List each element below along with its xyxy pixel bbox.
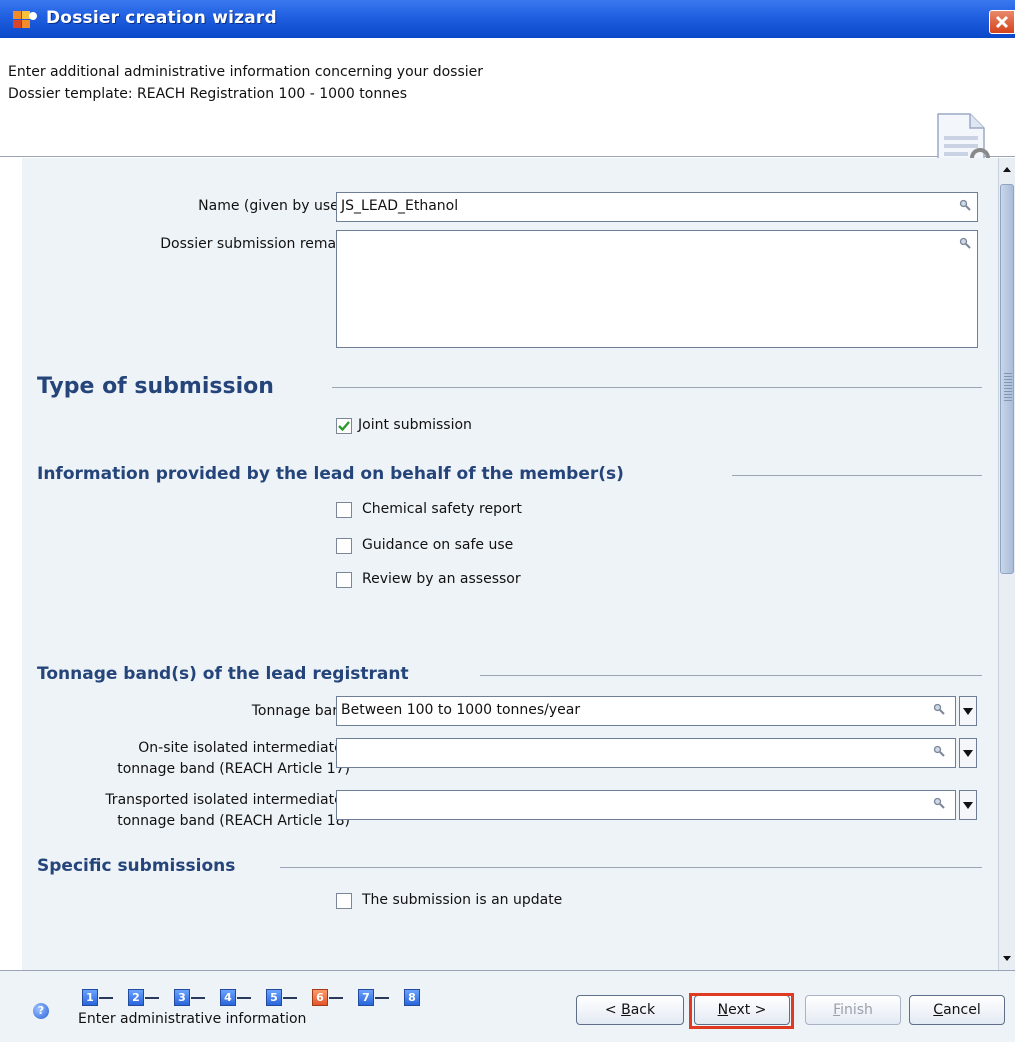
transported-label: Transported isolated intermediates tonna… [105, 790, 350, 832]
cancel-mnemonic: C [933, 1002, 944, 1018]
step-3[interactable]: 3 [174, 989, 190, 1006]
onsite-tonnage-input[interactable] [336, 738, 956, 768]
help-icon[interactable]: ? [33, 1003, 49, 1019]
step-connector [329, 997, 343, 999]
section-divider [480, 675, 982, 676]
submission-update-checkbox[interactable] [336, 893, 352, 909]
wizard-footer: ? 1 2 3 4 5 6 7 8 Enter administrative i… [0, 970, 1015, 1042]
specific-submissions-title: Specific submissions [37, 856, 236, 876]
vertical-scrollbar[interactable] [998, 158, 1015, 970]
chemical-safety-report-checkbox[interactable] [336, 502, 352, 518]
tonnage-title: Tonnage band(s) of the lead registrant [37, 664, 409, 684]
form-panel: Name (given by user) JS_LEAD_Ethanol Dos… [22, 158, 998, 970]
header-template: Dossier template: REACH Registration 100… [8, 86, 407, 102]
step-connector [237, 997, 251, 999]
chemical-safety-report-label: Chemical safety report [362, 501, 522, 517]
name-value: JS_LEAD_Ethanol [341, 198, 459, 214]
back-mnemonic: B [621, 1002, 631, 1018]
remark-label: Dossier submission remark [160, 236, 350, 252]
lead-info-title: Information provided by the lead on beha… [37, 464, 624, 484]
finish-rest: inish [840, 1002, 873, 1018]
step-connector [283, 997, 297, 999]
remark-textarea[interactable] [336, 230, 978, 348]
iuclid-logo-icon [13, 11, 37, 28]
section-divider [280, 867, 982, 868]
back-button[interactable]: < Back [576, 995, 684, 1025]
step-2[interactable]: 2 [128, 989, 144, 1006]
review-assessor-checkbox[interactable] [336, 572, 352, 588]
step-connector [375, 997, 389, 999]
step-1[interactable]: 1 [82, 989, 98, 1006]
transported-tonnage-input[interactable] [336, 790, 956, 820]
close-icon [995, 15, 1009, 29]
search-icon[interactable] [933, 703, 945, 715]
chevron-down-icon [963, 802, 973, 809]
tonnage-band-input[interactable]: Between 100 to 1000 tonnes/year [336, 696, 956, 726]
step-connector [191, 997, 205, 999]
search-icon[interactable] [933, 797, 945, 809]
section-divider [732, 475, 982, 476]
back-prefix: < [604, 1002, 622, 1018]
name-label: Name (given by user) [198, 198, 350, 214]
wizard-header: Enter additional administrative informat… [0, 38, 1015, 185]
guidance-safe-use-checkbox[interactable] [336, 538, 352, 554]
guidance-safe-use-label: Guidance on safe use [362, 537, 514, 553]
step-8[interactable]: 8 [404, 989, 420, 1006]
checkmark-icon [338, 421, 350, 432]
transported-label-line2: tonnage band (REACH Article 18) [117, 813, 350, 829]
scrollbar-grip [1004, 373, 1012, 403]
name-input[interactable]: JS_LEAD_Ethanol [336, 192, 978, 222]
step-7[interactable]: 7 [358, 989, 374, 1006]
tonnage-band-value: Between 100 to 1000 tonnes/year [341, 702, 581, 718]
title-bar: Dossier creation wizard [0, 0, 1015, 39]
cancel-rest: ancel [943, 1002, 981, 1018]
onsite-label: On-site isolated intermediates tonnage b… [117, 738, 350, 780]
close-button[interactable] [989, 10, 1015, 34]
step-connector [99, 997, 113, 999]
scroll-up-icon[interactable] [999, 158, 1015, 180]
search-icon[interactable] [933, 745, 945, 757]
step-4[interactable]: 4 [220, 989, 236, 1006]
onsite-label-line1: On-site isolated intermediates [138, 740, 350, 756]
joint-submission-checkbox[interactable] [336, 418, 352, 434]
step-5[interactable]: 5 [266, 989, 282, 1006]
window-title: Dossier creation wizard [46, 8, 277, 28]
review-assessor-label: Review by an assessor [362, 571, 521, 587]
chevron-down-icon [963, 750, 973, 757]
step-connector [145, 997, 159, 999]
back-rest: ack [630, 1002, 656, 1018]
search-icon[interactable] [959, 237, 971, 249]
scroll-down-icon[interactable] [999, 948, 1015, 970]
transported-label-line1: Transported isolated intermediates [105, 792, 350, 808]
submission-update-label: The submission is an update [362, 892, 563, 908]
header-instruction: Enter additional administrative informat… [8, 64, 484, 80]
finish-button[interactable]: Finish [805, 995, 901, 1025]
step-caption: Enter administrative information [78, 1011, 307, 1027]
onsite-label-line2: tonnage band (REACH Article 17) [117, 761, 350, 777]
cancel-button[interactable]: Cancel [909, 995, 1005, 1025]
scrollbar-thumb[interactable] [1000, 184, 1014, 574]
section-divider [332, 387, 982, 388]
tonnage-band-dropdown-button[interactable] [959, 696, 977, 726]
type-of-submission-title: Type of submission [37, 374, 274, 399]
search-icon[interactable] [959, 199, 971, 211]
next-button-highlight [689, 993, 794, 1029]
transported-tonnage-dropdown-button[interactable] [959, 790, 977, 820]
chevron-down-icon [963, 708, 973, 715]
onsite-tonnage-dropdown-button[interactable] [959, 738, 977, 768]
joint-submission-label: Joint submission [358, 417, 472, 433]
step-6-active[interactable]: 6 [312, 989, 328, 1006]
